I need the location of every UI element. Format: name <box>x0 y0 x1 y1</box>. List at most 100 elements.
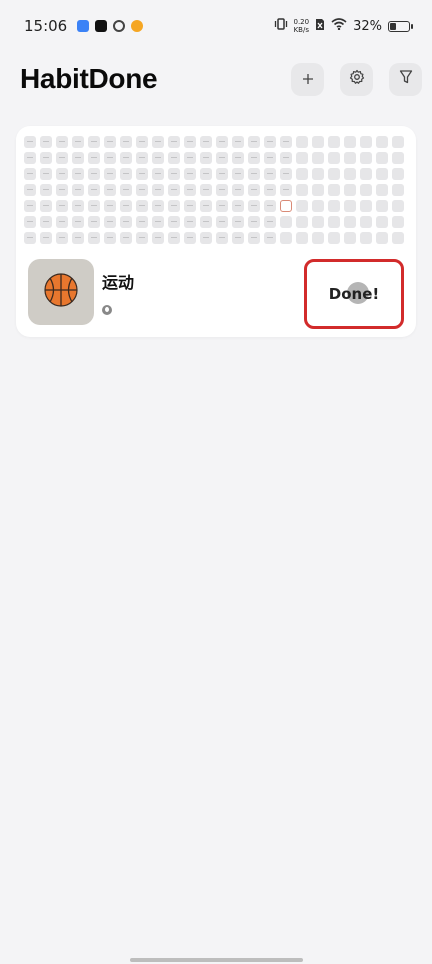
add-habit-button[interactable] <box>291 62 324 96</box>
history-cell <box>312 136 324 148</box>
habit-card[interactable]: 运动 Done! <box>16 126 416 337</box>
history-cell <box>72 200 84 212</box>
history-cell <box>376 152 388 164</box>
history-cell <box>136 232 148 244</box>
history-cell <box>360 232 372 244</box>
history-cell <box>104 216 116 228</box>
history-cell <box>168 200 180 212</box>
vibrate-icon <box>274 18 288 34</box>
history-cell <box>360 152 372 164</box>
history-cell <box>88 136 100 148</box>
history-cell <box>376 200 388 212</box>
history-cell <box>120 136 132 148</box>
done-button[interactable]: Done! <box>304 259 404 329</box>
history-cell <box>312 200 324 212</box>
network-speed-unit: KB/s <box>293 26 309 34</box>
history-cell <box>200 184 212 196</box>
habit-emoji-tile[interactable] <box>28 259 94 325</box>
history-cell <box>152 136 164 148</box>
history-cell <box>264 216 276 228</box>
battery-icon <box>388 20 413 32</box>
history-cell <box>168 136 180 148</box>
history-cell <box>248 136 260 148</box>
history-cell <box>216 184 228 196</box>
history-cell <box>248 232 260 244</box>
history-cell <box>344 152 356 164</box>
history-cell <box>216 216 228 228</box>
history-cell <box>88 216 100 228</box>
history-cell <box>232 232 244 244</box>
history-cell <box>56 184 68 196</box>
history-cell <box>280 216 292 228</box>
app-header: HabitDone <box>0 56 432 102</box>
history-cell <box>56 136 68 148</box>
link-icon <box>113 20 126 32</box>
history-cell <box>248 216 260 228</box>
history-cell <box>56 200 68 212</box>
history-cell <box>136 152 148 164</box>
history-cell <box>168 168 180 180</box>
status-bar: 15:06 0.20 KB/s 32% <box>0 0 432 52</box>
history-cell <box>376 216 388 228</box>
history-cell <box>24 136 36 148</box>
history-cell <box>376 168 388 180</box>
status-time: 15:06 <box>24 17 68 35</box>
history-cell <box>200 216 212 228</box>
history-cell <box>248 152 260 164</box>
history-cell <box>296 136 308 148</box>
history-cell <box>184 216 196 228</box>
history-cell <box>120 216 132 228</box>
history-cell <box>184 152 196 164</box>
history-cell <box>40 152 52 164</box>
history-cell <box>328 168 340 180</box>
history-cell <box>168 152 180 164</box>
add-icon <box>302 70 314 89</box>
history-cell <box>264 136 276 148</box>
history-cell <box>296 232 308 244</box>
history-cell <box>392 136 404 148</box>
history-cell <box>280 184 292 196</box>
history-cell <box>280 152 292 164</box>
history-cell <box>152 232 164 244</box>
history-cell <box>152 168 164 180</box>
history-cell <box>392 232 404 244</box>
history-cell <box>232 216 244 228</box>
tiktok-icon <box>95 20 108 32</box>
history-cell <box>72 152 84 164</box>
history-cell <box>200 136 212 148</box>
status-left: 15:06 <box>24 17 144 35</box>
history-cell <box>56 168 68 180</box>
settings-button[interactable] <box>340 62 373 96</box>
habit-info: 运动 <box>102 259 134 315</box>
history-cell <box>264 232 276 244</box>
history-cell <box>40 168 52 180</box>
history-cell <box>376 232 388 244</box>
history-cell <box>200 152 212 164</box>
history-cell <box>216 152 228 164</box>
app-notification-icon <box>77 20 90 32</box>
home-indicator[interactable] <box>130 958 303 962</box>
history-cell <box>344 136 356 148</box>
history-cell <box>40 232 52 244</box>
history-cell <box>136 200 148 212</box>
history-cell <box>72 232 84 244</box>
history-cell <box>104 184 116 196</box>
history-cell <box>392 200 404 212</box>
done-button-label: Done! <box>328 285 380 303</box>
history-cell <box>88 232 100 244</box>
history-cell <box>72 216 84 228</box>
history-cell <box>264 200 276 212</box>
history-cell <box>136 136 148 148</box>
history-cell <box>344 200 356 212</box>
history-cell <box>72 184 84 196</box>
history-cell <box>168 216 180 228</box>
filter-button[interactable] <box>389 62 422 96</box>
history-cell <box>232 152 244 164</box>
history-cell <box>296 184 308 196</box>
history-cell <box>136 168 148 180</box>
history-cell <box>232 168 244 180</box>
today-cell <box>280 200 292 212</box>
history-cell <box>296 216 308 228</box>
history-cell <box>328 136 340 148</box>
history-cell <box>312 184 324 196</box>
